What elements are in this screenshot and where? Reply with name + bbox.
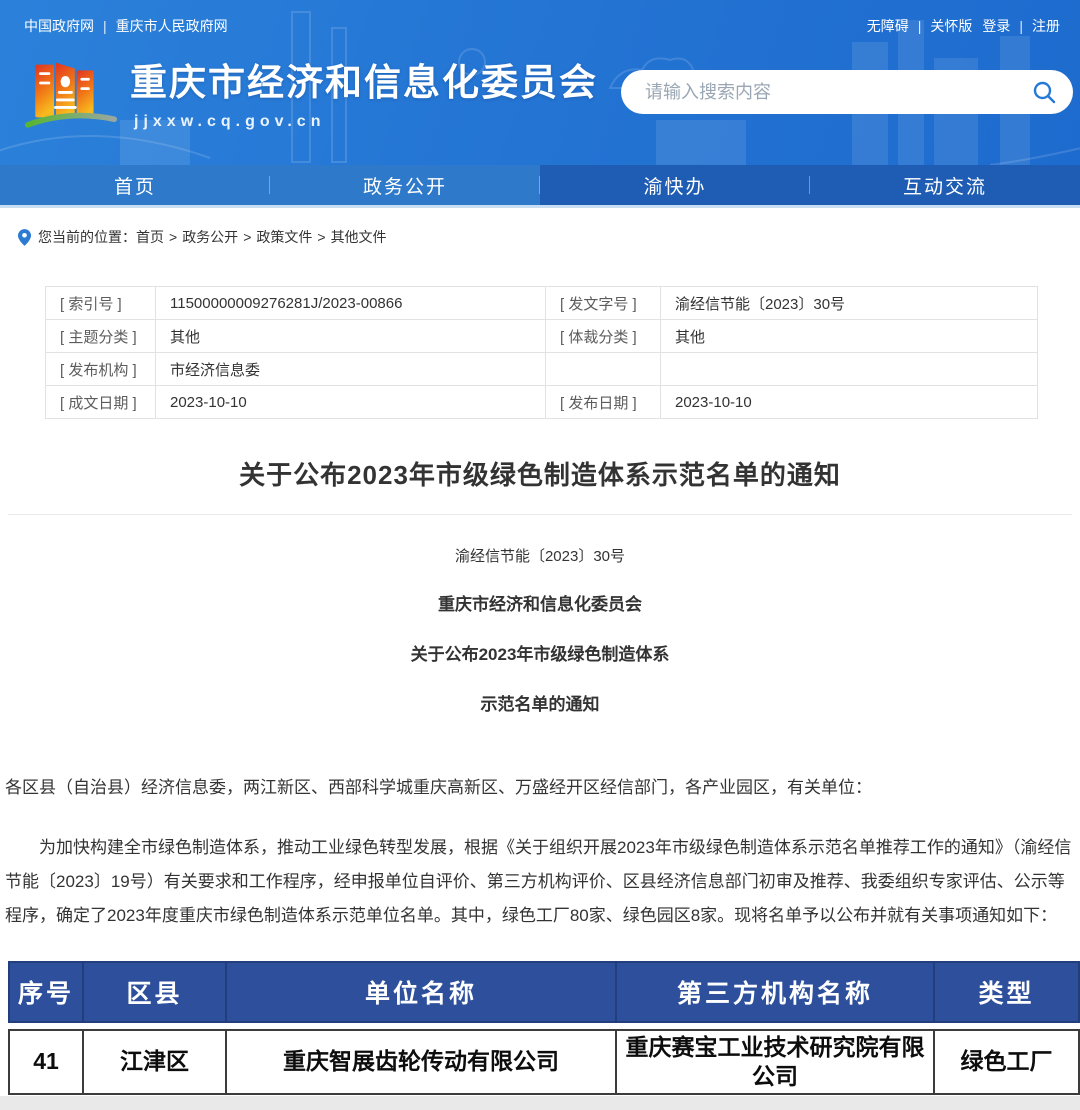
breadcrumb-separator: >	[169, 229, 177, 245]
site-logo-icon	[24, 44, 118, 138]
link-care-version[interactable]: 关怀版	[930, 18, 972, 34]
bottom-strip	[0, 1096, 1080, 1110]
cell-district: 江津区	[83, 1030, 226, 1094]
cell-third-party-agency: 重庆赛宝工业技术研究院有限公司	[616, 1030, 934, 1094]
page: 中国政府网 | 重庆市人民政府网 无障碍 | 关怀版登录 | 注册	[0, 0, 1080, 1110]
meta-label-publish-date: [ 发布日期 ]	[546, 386, 661, 419]
meta-label-topic-category: [ 主题分类 ]	[46, 320, 156, 353]
search-box	[621, 70, 1073, 114]
topbar-separator: |	[1019, 18, 1023, 34]
breadcrumb-policy-documents[interactable]: 政策文件	[256, 229, 312, 245]
breadcrumb: 您当前的位置： 首页 > 政务公开 > 政策文件 > 其他文件	[0, 208, 1080, 250]
meta-row: [ 发布机构 ] 市经济信息委	[46, 353, 1038, 386]
meta-label-genre-category: [ 体裁分类 ]	[546, 320, 661, 353]
meta-label-issuing-agency: [ 发布机构 ]	[46, 353, 156, 386]
topbar-left-links: 中国政府网 | 重庆市人民政府网	[24, 16, 228, 36]
search-icon[interactable]	[1031, 79, 1057, 105]
topbar: 中国政府网 | 重庆市人民政府网 无障碍 | 关怀版登录 | 注册	[0, 0, 1080, 36]
link-register[interactable]: 注册	[1032, 18, 1060, 34]
document-title: 关于公布2023年市级绿色制造体系示范名单的通知	[10, 455, 1070, 492]
document-subtitle-line-1: 关于公布2023年市级绿色制造体系	[0, 640, 1080, 665]
meta-value-issuing-agency: 市经济信息委	[156, 353, 546, 386]
document-meta-table: [ 索引号 ] 11500000009276281J/2023-00866 [ …	[45, 286, 1038, 419]
meta-value-publish-date: 2023-10-10	[661, 386, 1038, 419]
site-banner: 中国政府网 | 重庆市人民政府网 无障碍 | 关怀版登录 | 注册	[0, 0, 1080, 165]
nav-tab-yukuaiban[interactable]: 渝快办	[540, 165, 810, 205]
breadcrumb-home[interactable]: 首页	[136, 229, 164, 245]
column-header-serial: 序号	[9, 962, 83, 1022]
location-pin-icon	[18, 229, 31, 246]
meta-value-written-date: 2023-10-10	[156, 386, 546, 419]
meta-value-index-number: 11500000009276281J/2023-00866	[156, 287, 546, 320]
nav-tab-home[interactable]: 首页	[0, 165, 270, 205]
column-header-unit-name: 单位名称	[226, 962, 616, 1022]
paragraph-addressees: 各区县（自治县）经济信息委，两江新区、西部科学城重庆高新区、万盛经开区经信部门，…	[0, 771, 1080, 805]
paragraph-main: 为加快构建全市绿色制造体系，推动工业绿色转型发展，根据《关于组织开展2023年市…	[0, 831, 1080, 933]
column-header-third-party-agency: 第三方机构名称	[616, 962, 934, 1022]
document-subtitle-line-2: 示范名单的通知	[0, 690, 1080, 715]
cell-serial: 41	[9, 1030, 83, 1094]
document-main: [ 索引号 ] 11500000009276281J/2023-00866 [ …	[0, 286, 1080, 1110]
meta-value-genre-category: 其他	[661, 320, 1038, 353]
list-table-header: 序号 区县 单位名称 第三方机构名称 类型	[8, 961, 1080, 1023]
link-login[interactable]: 登录	[982, 18, 1010, 34]
meta-label-written-date: [ 成文日期 ]	[46, 386, 156, 419]
meta-row: [ 主题分类 ] 其他 [ 体裁分类 ] 其他	[46, 320, 1038, 353]
meta-label-empty	[546, 353, 661, 386]
link-china-gov[interactable]: 中国政府网	[24, 18, 94, 34]
title-divider	[8, 514, 1072, 515]
meta-label-document-number: [ 发文字号 ]	[546, 287, 661, 320]
column-header-type: 类型	[934, 962, 1079, 1022]
nav-tab-government-affairs[interactable]: 政务公开	[270, 165, 540, 205]
cell-unit-name: 重庆智展齿轮传动有限公司	[226, 1030, 616, 1094]
breadcrumb-label: 您当前的位置：	[38, 227, 136, 247]
main-nav: 首页 政务公开 渝快办 互动交流	[0, 165, 1080, 205]
column-header-district: 区县	[83, 962, 226, 1022]
meta-value-empty	[661, 353, 1038, 386]
site-name: 重庆市经济和信息化委员会	[130, 52, 598, 106]
brand-text: 重庆市经济和信息化委员会 jjxxw.cq.gov.cn	[130, 52, 598, 131]
meta-value-document-number: 渝经信节能〔2023〕30号	[661, 287, 1038, 320]
site-url: jjxxw.cq.gov.cn	[134, 113, 598, 131]
nav-tab-interaction[interactable]: 互动交流	[810, 165, 1080, 205]
meta-row: [ 成文日期 ] 2023-10-10 [ 发布日期 ] 2023-10-10	[46, 386, 1038, 419]
document-number-line: 渝经信节能〔2023〕30号	[0, 545, 1080, 566]
breadcrumb-separator: >	[317, 229, 325, 245]
document-body: 各区县（自治县）经济信息委，两江新区、西部科学城重庆高新区、万盛经开区经信部门，…	[0, 771, 1080, 933]
list-table-body: 41 江津区 重庆智展齿轮传动有限公司 重庆赛宝工业技术研究院有限公司 绿色工厂	[8, 1029, 1080, 1095]
topbar-right-links: 无障碍 | 关怀版登录 | 注册	[867, 16, 1060, 36]
topbar-separator: |	[103, 18, 107, 34]
table-row: 41 江津区 重庆智展齿轮传动有限公司 重庆赛宝工业技术研究院有限公司 绿色工厂	[9, 1030, 1079, 1094]
meta-label-index-number: [ 索引号 ]	[46, 287, 156, 320]
link-accessibility[interactable]: 无障碍	[867, 18, 909, 34]
breadcrumb-government-affairs[interactable]: 政务公开	[182, 229, 238, 245]
breadcrumb-separator: >	[243, 229, 251, 245]
meta-row: [ 索引号 ] 11500000009276281J/2023-00866 [ …	[46, 287, 1038, 320]
topbar-separator: |	[918, 18, 922, 34]
cell-type: 绿色工厂	[934, 1030, 1079, 1094]
link-chongqing-gov[interactable]: 重庆市人民政府网	[116, 18, 228, 34]
green-manufacturing-list-table: 序号 区县 单位名称 第三方机构名称 类型 41 江津区 重庆智展齿轮传动有限公…	[8, 961, 1078, 1095]
breadcrumb-other-documents[interactable]: 其他文件	[331, 229, 387, 245]
search-input[interactable]	[643, 81, 1031, 104]
meta-value-topic-category: 其他	[156, 320, 546, 353]
issuing-agency-line: 重庆市经济和信息化委员会	[0, 590, 1080, 615]
